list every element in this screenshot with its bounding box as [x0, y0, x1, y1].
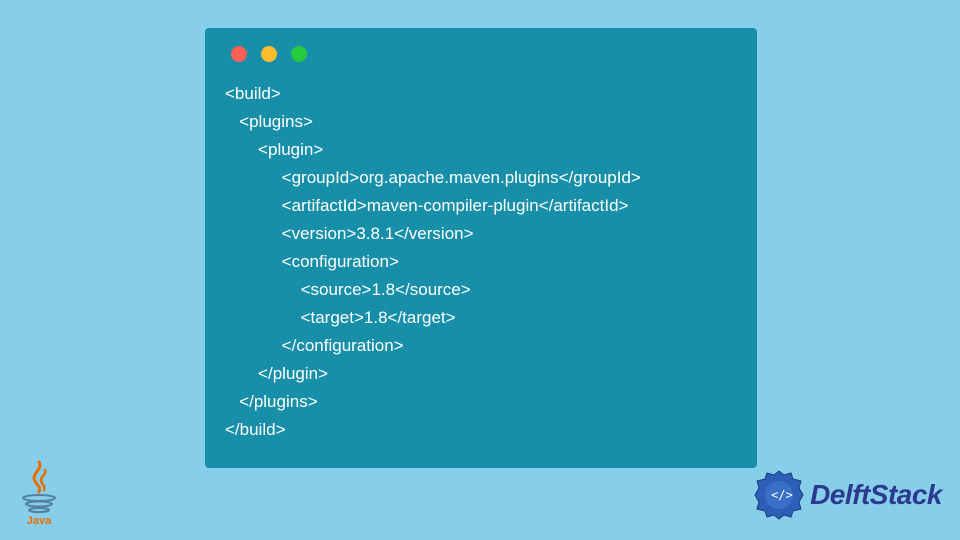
maximize-icon	[291, 46, 307, 62]
delftstack-text: DelftStack	[810, 479, 942, 511]
gear-icon: </>	[752, 468, 806, 522]
code-window: <build> <plugins> <plugin> <groupId>org.…	[205, 28, 757, 468]
window-controls	[231, 46, 737, 62]
java-logo-text: Java	[27, 515, 52, 527]
close-icon	[231, 46, 247, 62]
svg-text:</>: </>	[771, 488, 793, 502]
minimize-icon	[261, 46, 277, 62]
delftstack-logo: </> DelftStack	[752, 468, 942, 522]
java-logo-icon: Java	[16, 458, 62, 528]
code-block: <build> <plugins> <plugin> <groupId>org.…	[225, 80, 737, 444]
